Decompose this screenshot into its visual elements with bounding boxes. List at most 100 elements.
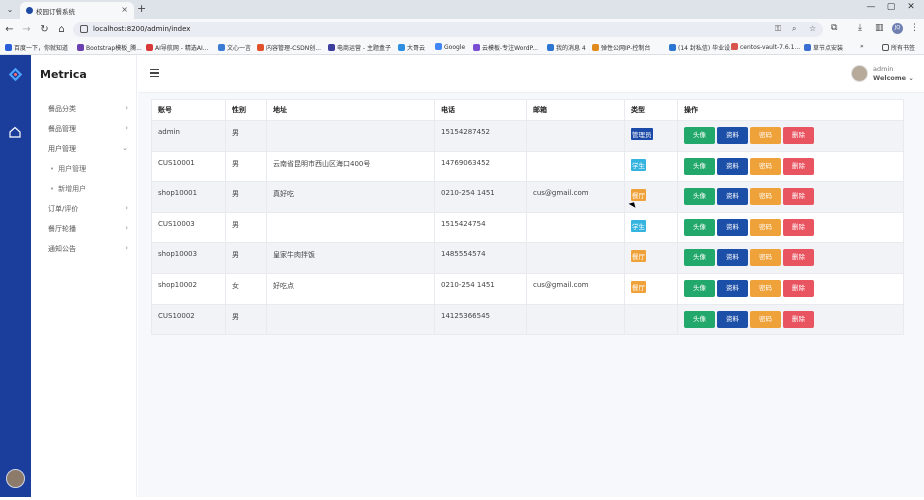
bookmark-item[interactable]: centos-vault-7.6.1... xyxy=(731,43,800,51)
sidebar-item[interactable]: 用户管理 ⌄ xyxy=(48,144,128,154)
sidebar-item-label: 用户管理 xyxy=(48,145,76,153)
header-user-avatar[interactable] xyxy=(851,65,868,82)
sidebar-subitem-label: 新增用户 xyxy=(58,185,87,193)
cell-account: CUS10003 xyxy=(151,211,226,244)
password-button[interactable]: 密码 xyxy=(750,279,781,297)
bookmark-item[interactable]: 弹性公网IP-控制台 xyxy=(592,43,650,52)
more-bookmarks-icon[interactable]: » xyxy=(860,43,864,50)
sidebar-item[interactable]: 餐厅轮播 › xyxy=(48,224,128,234)
sidebar-item[interactable]: 订单/评价 › xyxy=(48,204,128,214)
profile-button[interactable]: 资料 xyxy=(717,188,748,206)
profile-button[interactable]: 资料 xyxy=(717,218,748,236)
address-bar[interactable]: localhost:8200/admin/index ⚿ ⌕ ☆ xyxy=(73,22,823,37)
extensions-icon[interactable]: ⧉ xyxy=(831,23,837,33)
bookmark-item[interactable]: (14 封私信) 毕业设... xyxy=(669,43,736,52)
bookmark-item[interactable]: AI导航网 - 精选AI... xyxy=(146,43,208,52)
password-button[interactable]: 密码 xyxy=(750,218,781,236)
delete-button[interactable]: 删除 xyxy=(783,218,814,236)
header-user-welcome[interactable]: Welcome ⌄ xyxy=(873,74,914,82)
zoom-icon[interactable]: ⌕ xyxy=(792,24,796,34)
bookmark-item[interactable]: 草节点安装 xyxy=(804,43,843,52)
avatar-button[interactable]: 头像 xyxy=(684,157,715,175)
chevron-right-icon: › xyxy=(125,124,128,132)
bookmark-item[interactable]: Bootstrap模板_腾... xyxy=(77,43,142,52)
table-row: CUS10002 男 14125366545 头像 资料 密码 删除 xyxy=(151,303,904,336)
download-icon[interactable]: ⤓ xyxy=(858,23,862,33)
password-key-icon[interactable]: ⚿ xyxy=(775,24,781,34)
avatar-button[interactable]: 头像 xyxy=(684,249,715,267)
browser-menu-icon[interactable]: ⋮ xyxy=(910,23,919,33)
avatar-button[interactable]: 头像 xyxy=(684,127,715,144)
password-button[interactable]: 密码 xyxy=(750,127,781,144)
side-panel-icon[interactable]: ▥ xyxy=(875,23,884,33)
profile-button[interactable]: 资料 xyxy=(717,279,748,297)
avatar-button[interactable]: 头像 xyxy=(684,310,715,328)
tab-close-icon[interactable]: × xyxy=(121,5,128,14)
browser-tab[interactable]: 校园订餐系统 × xyxy=(20,2,134,19)
bookmark-item[interactable]: 我的消息 4 xyxy=(547,43,586,52)
password-button[interactable]: 密码 xyxy=(750,157,781,175)
bookmark-item[interactable]: 内容管理-CSDN创... xyxy=(257,43,321,52)
forward-icon[interactable]: → xyxy=(20,23,33,36)
sidebar-item-label: 餐品管理 xyxy=(48,125,76,133)
site-info-icon[interactable] xyxy=(80,25,88,33)
bookmark-item[interactable]: Google xyxy=(435,43,465,51)
avatar-button[interactable]: 头像 xyxy=(684,218,715,236)
menu-toggle-icon[interactable] xyxy=(150,69,159,77)
password-button[interactable]: 密码 xyxy=(750,249,781,267)
tab-search-icon[interactable]: ⌄ xyxy=(4,4,16,15)
profile-button[interactable]: 资料 xyxy=(717,310,748,328)
sidebar-subitem[interactable]: • 新增用户 xyxy=(50,184,86,194)
reload-icon[interactable]: ↻ xyxy=(38,23,51,36)
dashboard-home-icon[interactable] xyxy=(9,126,21,138)
bookmark-label: AI导航网 - 精选AI... xyxy=(155,45,209,52)
cell-gender: 男 xyxy=(225,211,267,244)
cell-email xyxy=(526,303,625,336)
delete-button[interactable]: 删除 xyxy=(783,157,814,175)
bookmark-favicon-icon xyxy=(731,43,738,50)
bookmark-favicon-icon xyxy=(669,44,676,51)
profile-avatar[interactable]: JQ xyxy=(892,23,903,34)
avatar-button[interactable]: 头像 xyxy=(684,279,715,297)
sidebar: Metrica 餐品分类 › 餐品管理 › 用户管理 ⌄ 订单/评价 › 餐厅轮播 › 通知公告 › •… xyxy=(31,55,137,497)
chevron-down-icon: ⌄ xyxy=(122,144,128,152)
bookmark-item[interactable]: 百度一下，你就知道 xyxy=(5,43,68,52)
bookmark-item[interactable]: 文心一言 xyxy=(218,43,251,52)
delete-button[interactable]: 删除 xyxy=(783,188,814,206)
delete-button[interactable]: 删除 xyxy=(783,127,814,144)
avatar-button[interactable]: 头像 xyxy=(684,188,715,206)
all-bookmarks-button[interactable]: 所有书签 xyxy=(882,43,915,52)
delete-button[interactable]: 删除 xyxy=(783,310,814,328)
bookmark-label: (14 封私信) 毕业设... xyxy=(678,45,736,52)
sidebar-item-label: 订单/评价 xyxy=(48,205,79,213)
bookmark-item[interactable]: 电商运营 - 主题盒子 xyxy=(328,43,391,52)
bookmark-item[interactable]: 大哥云 xyxy=(398,43,425,52)
rail-user-avatar[interactable] xyxy=(6,469,25,488)
bookmark-item[interactable]: 云模板-专注WordP... xyxy=(473,43,538,52)
new-tab-icon[interactable]: + xyxy=(137,2,146,15)
bookmark-favicon-icon xyxy=(257,44,264,51)
cell-gender: 男 xyxy=(225,150,267,183)
maximize-icon[interactable]: ▢ xyxy=(884,2,898,12)
cell-actions: 头像 资料 密码 删除 xyxy=(677,242,904,274)
sidebar-item[interactable]: 餐品管理 › xyxy=(48,124,128,134)
type-badge: 餐厅 xyxy=(631,189,646,202)
home-icon[interactable]: ⌂ xyxy=(55,23,68,36)
cell-account: shop10002 xyxy=(151,272,226,305)
close-window-icon[interactable]: ✕ xyxy=(904,2,918,12)
sidebar-item[interactable]: 通知公告 › xyxy=(48,244,128,254)
bookmark-star-icon[interactable]: ☆ xyxy=(809,24,816,33)
minimize-icon[interactable]: — xyxy=(864,2,878,12)
profile-button[interactable]: 资料 xyxy=(717,249,748,267)
cell-phone: 14769063452 xyxy=(434,150,527,183)
delete-button[interactable]: 删除 xyxy=(783,249,814,267)
sidebar-subitem[interactable]: • 用户管理 xyxy=(50,164,86,174)
profile-button[interactable]: 资料 xyxy=(717,157,748,175)
profile-button[interactable]: 资料 xyxy=(717,127,748,144)
back-icon[interactable]: ← xyxy=(3,23,16,36)
sidebar-item[interactable]: 餐品分类 › xyxy=(48,104,128,114)
password-button[interactable]: 密码 xyxy=(750,188,781,206)
password-button[interactable]: 密码 xyxy=(750,310,781,328)
bookmark-favicon-icon xyxy=(218,44,225,51)
delete-button[interactable]: 删除 xyxy=(783,279,814,297)
